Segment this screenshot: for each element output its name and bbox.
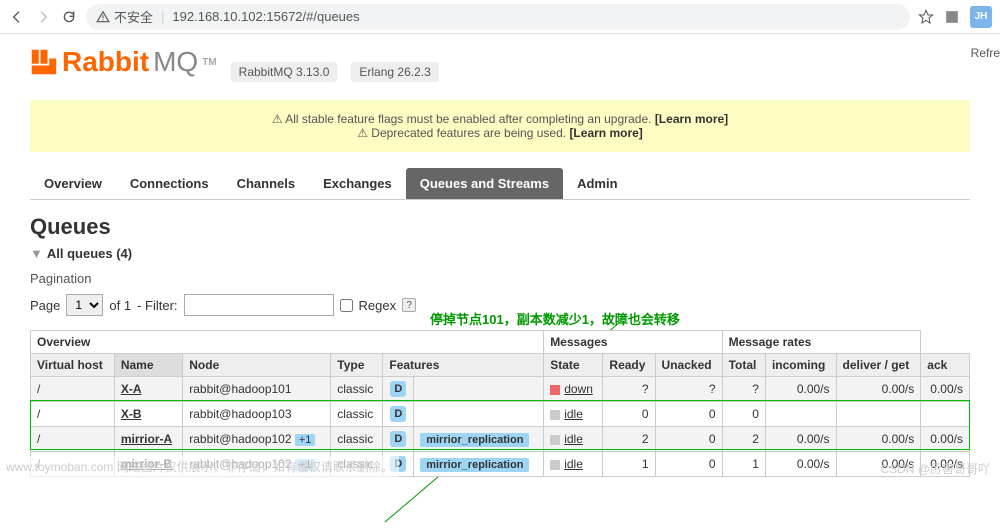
star-icon[interactable] <box>918 9 934 25</box>
chevron-down-icon: ▼ <box>30 246 43 261</box>
rabbitmq-icon <box>30 48 58 76</box>
watermark: www.toymoban.com 网络图片仅供展示，非存储，如有侵权请联系删除。 <box>0 456 399 477</box>
queue-name-link[interactable]: X-A <box>114 377 182 402</box>
reload-button[interactable] <box>60 8 78 26</box>
highlight-box <box>30 400 970 450</box>
tab-overview[interactable]: Overview <box>30 168 116 199</box>
version-badge: RabbitMQ 3.13.0 <box>231 62 338 82</box>
deliver-cell: 0.00/s <box>836 377 921 402</box>
learn-more-link[interactable]: [Learn more] <box>655 112 728 126</box>
learn-more-link[interactable]: [Learn more] <box>569 126 642 140</box>
page-title: Queues <box>30 214 970 240</box>
col-header[interactable]: deliver / get <box>836 354 921 377</box>
security-text: 不安全 <box>114 7 153 26</box>
all-queues-toggle[interactable]: ▼ All queues (4) <box>30 246 970 261</box>
state-cell: down <box>544 377 603 402</box>
col-header[interactable]: Node <box>183 354 331 377</box>
col-header[interactable]: Total <box>722 354 765 377</box>
table-row: /X-Arabbit@hadoop101classicDdown???0.00/… <box>31 377 970 402</box>
vhost-cell: / <box>31 377 115 402</box>
url-text: 192.168.10.102:15672/#/queues <box>172 9 359 24</box>
page-select[interactable]: 1 <box>66 294 103 316</box>
tab-admin[interactable]: Admin <box>563 168 631 199</box>
extension-icon[interactable] <box>944 9 960 25</box>
forward-button[interactable] <box>34 8 52 26</box>
total-cell: ? <box>722 377 765 402</box>
nav-tabs: Overview Connections Channels Exchanges … <box>30 168 970 200</box>
total-cell: 1 <box>722 452 765 477</box>
unacked-cell: 0 <box>655 452 722 477</box>
unacked-cell: ? <box>655 377 722 402</box>
type-cell: classic <box>331 377 383 402</box>
back-button[interactable] <box>8 8 26 26</box>
ready-cell: ? <box>603 377 655 402</box>
incoming-cell: 0.00/s <box>765 377 836 402</box>
header: RabbitMQTM RabbitMQ 3.13.0 Erlang 26.2.3 <box>30 46 970 82</box>
ready-cell: 1 <box>603 452 655 477</box>
ack-cell: 0.00/s <box>921 377 970 402</box>
state-cell: idle <box>544 452 603 477</box>
browser-right-icons: JH <box>918 6 992 28</box>
incoming-cell: 0.00/s <box>765 452 836 477</box>
tab-channels[interactable]: Channels <box>223 168 310 199</box>
pagination-label: Pagination <box>30 271 970 286</box>
col-header[interactable]: Ready <box>603 354 655 377</box>
node-cell: rabbit@hadoop101 <box>183 377 331 402</box>
col-header[interactable]: ack <box>921 354 970 377</box>
rabbitmq-logo[interactable]: RabbitMQTM <box>30 46 217 78</box>
tab-queues[interactable]: Queues and Streams <box>406 168 563 199</box>
feature-tag <box>414 377 544 402</box>
address-bar[interactable]: 不安全 | 192.168.10.102:15672/#/queues <box>86 4 910 30</box>
filter-input[interactable] <box>184 294 334 316</box>
regex-checkbox[interactable] <box>340 299 353 312</box>
col-header[interactable]: Unacked <box>655 354 722 377</box>
col-header[interactable]: Virtual host <box>31 354 115 377</box>
feature-d: D <box>383 377 414 402</box>
refresh-label[interactable]: Refre <box>971 46 1000 60</box>
col-header[interactable]: incoming <box>765 354 836 377</box>
feature-tag: mirrior_replication <box>414 452 544 477</box>
browser-bar: 不安全 | 192.168.10.102:15672/#/queues JH <box>0 0 1000 34</box>
col-header[interactable]: Features <box>383 354 544 377</box>
help-icon[interactable]: ? <box>402 298 416 312</box>
tab-connections[interactable]: Connections <box>116 168 223 199</box>
col-header[interactable]: Name <box>114 354 182 377</box>
col-header[interactable]: Type <box>331 354 383 377</box>
profile-avatar[interactable]: JH <box>970 6 992 28</box>
security-warning-icon: 不安全 <box>96 7 153 26</box>
col-header[interactable]: State <box>544 354 603 377</box>
erlang-badge: Erlang 26.2.3 <box>351 62 438 82</box>
annotation-text: 停掉节点101，副本数减少1，故障也会转移 <box>430 309 680 328</box>
tab-exchanges[interactable]: Exchanges <box>309 168 406 199</box>
csdn-watermark: CSDN @厉害哥哥吖 <box>880 460 990 477</box>
notice-banner: ⚠ All stable feature flags must be enabl… <box>30 100 970 152</box>
